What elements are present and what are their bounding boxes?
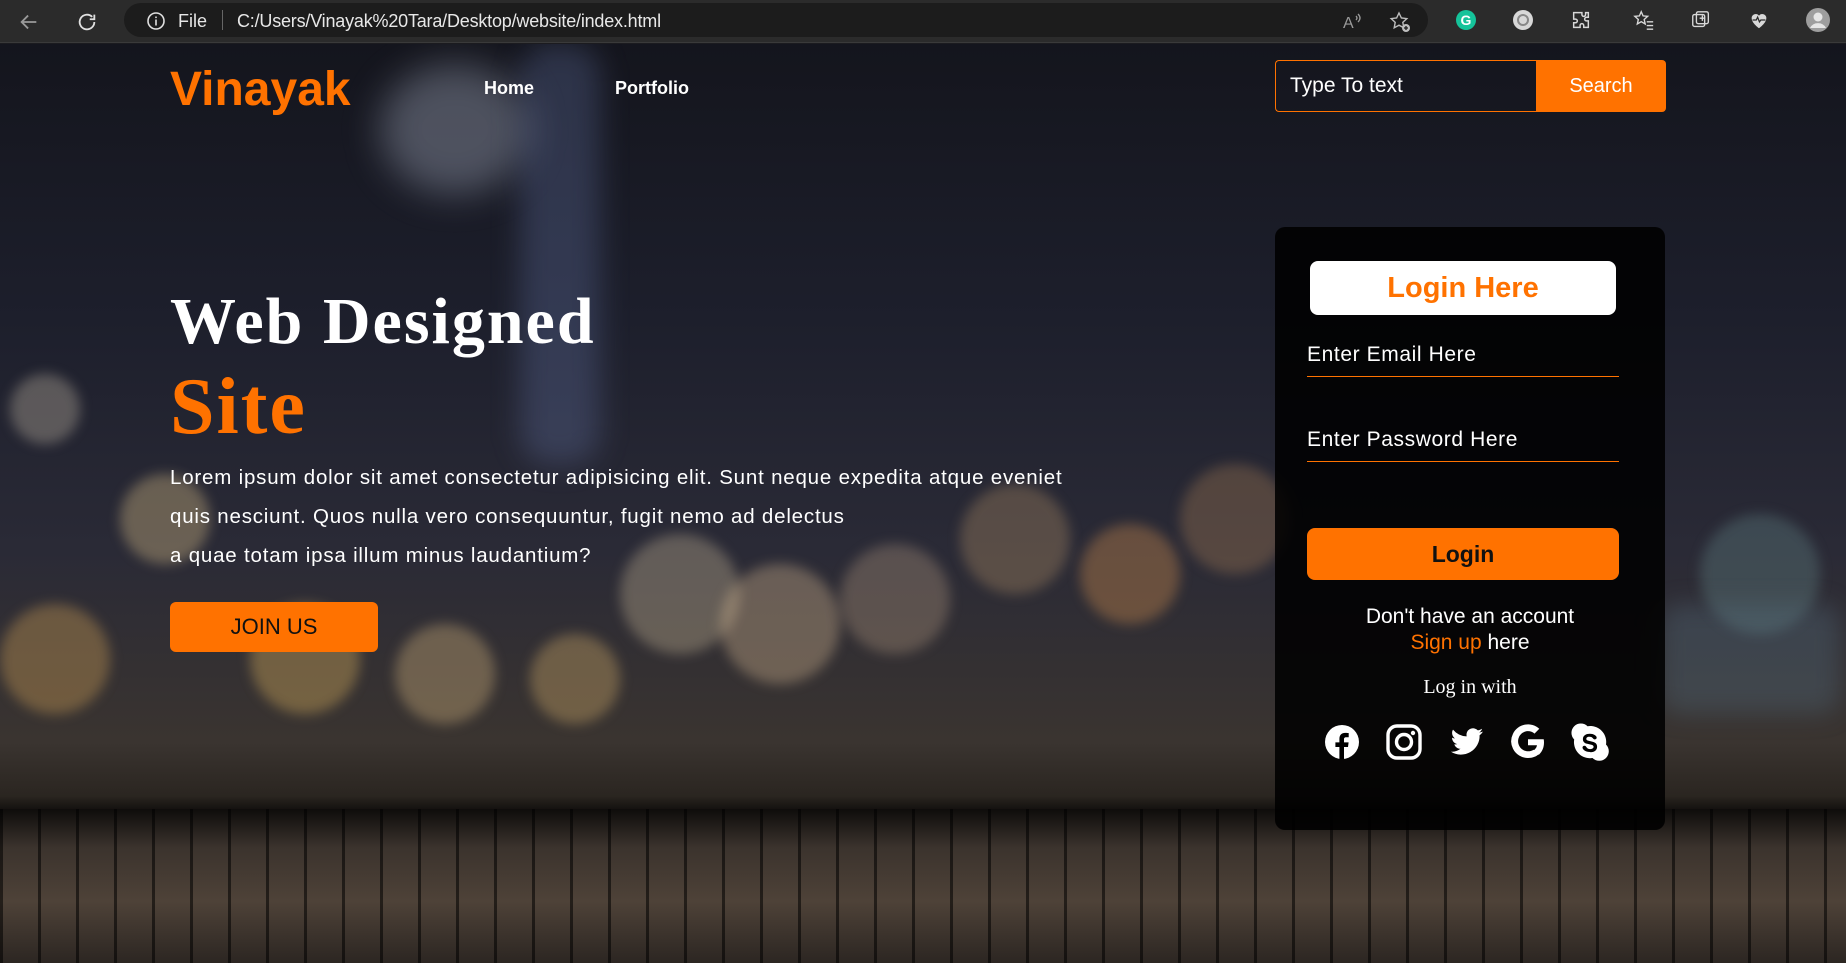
login-button[interactable]: Login <box>1307 528 1619 580</box>
background-light <box>1660 604 1840 714</box>
background-light <box>520 44 600 464</box>
wooden-floor <box>0 809 1846 963</box>
search-button[interactable]: Search <box>1536 60 1666 112</box>
read-aloud-icon[interactable]: A <box>1340 10 1364 34</box>
address-separator <box>222 10 223 30</box>
signup-prompt: Don't have an account Sign up here <box>1275 604 1665 656</box>
hero-title: Web Designed <box>170 285 596 358</box>
site-logo[interactable]: Vinayak <box>170 62 351 117</box>
login-card: Login Here Login Don't have an account S… <box>1275 227 1665 830</box>
back-arrow-icon <box>20 14 37 30</box>
background-light <box>1180 464 1290 574</box>
address-bar[interactable]: File C:/Users/Vinayak%20Tara/Desktop/web… <box>124 3 1428 37</box>
browser-toolbar: File C:/Users/Vinayak%20Tara/Desktop/web… <box>0 0 1846 43</box>
circle-extension-icon[interactable] <box>1510 7 1536 33</box>
signup-suffix: here <box>1481 631 1530 654</box>
heart-pulse-icon[interactable] <box>1746 7 1772 33</box>
hero-paragraph-line: a quae totam ipsa illum minus laudantium… <box>170 544 592 567</box>
instagram-icon[interactable] <box>1385 723 1423 761</box>
svg-text:A: A <box>1343 15 1354 32</box>
hero-paragraph-line: quis nesciunt. Quos nulla vero consequun… <box>170 505 845 528</box>
facebook-icon[interactable] <box>1323 723 1361 761</box>
signup-link[interactable]: Sign up <box>1410 631 1481 654</box>
favorites-icon[interactable] <box>1631 7 1657 33</box>
collections-icon[interactable] <box>1688 7 1714 33</box>
email-field[interactable] <box>1307 333 1619 377</box>
nav-link-portfolio[interactable]: Portfolio <box>615 78 689 99</box>
login-card-title: Login Here <box>1310 261 1616 315</box>
svg-text:G: G <box>1461 12 1472 28</box>
hero-title-accent: Site <box>170 363 307 451</box>
refresh-icon <box>78 13 96 31</box>
join-us-button[interactable]: JOIN US <box>170 602 378 652</box>
page-viewport: Vinayak Home Portfolio .search-box::plac… <box>0 44 1846 963</box>
search-input[interactable] <box>1275 60 1537 112</box>
puzzle-icon[interactable] <box>1568 7 1594 33</box>
background-light <box>0 604 110 714</box>
url-text[interactable]: C:/Users/Vinayak%20Tara/Desktop/website/… <box>237 11 661 32</box>
back-button[interactable] <box>14 7 44 37</box>
background-light <box>10 374 80 444</box>
grammarly-icon[interactable]: G <box>1453 7 1479 33</box>
skype-icon[interactable] <box>1571 723 1609 761</box>
refresh-button[interactable] <box>72 7 102 37</box>
background-light <box>395 624 495 724</box>
login-with-label: Log in with <box>1423 676 1517 698</box>
info-icon[interactable] <box>146 11 166 31</box>
no-account-text: Don't have an account <box>1365 605 1575 628</box>
file-label: File <box>178 11 208 31</box>
google-icon[interactable] <box>1509 723 1547 761</box>
background-light <box>720 564 840 684</box>
twitter-icon[interactable] <box>1447 723 1485 761</box>
nav-link-home[interactable]: Home <box>484 78 534 99</box>
profile-icon[interactable] <box>1805 7 1831 33</box>
hero-paragraph: Lorem ipsum dolor sit amet consectetur a… <box>170 458 1170 575</box>
hero-paragraph-line: Lorem ipsum dolor sit amet consectetur a… <box>170 466 1063 489</box>
add-favorite-icon[interactable] <box>1388 10 1412 34</box>
background-light <box>530 634 620 724</box>
password-field[interactable] <box>1307 418 1619 462</box>
